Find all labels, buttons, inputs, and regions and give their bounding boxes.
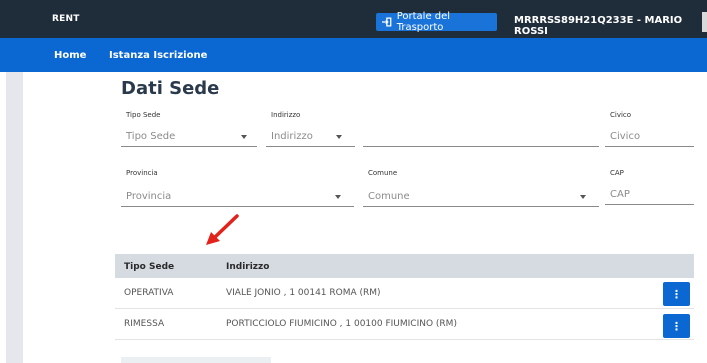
page-title: Dati Sede xyxy=(121,78,220,99)
provincia-placeholder: Provincia xyxy=(126,191,172,202)
top-bar: RENT Portale del Trasporto MRRRSS89H21Q2… xyxy=(0,0,707,38)
cap-label: CAP xyxy=(610,169,624,177)
main-navigation: Home Istanza Iscrizione xyxy=(0,38,707,72)
kebab-menu-icon: ⋮ xyxy=(671,319,682,333)
indirizzo-label: Indirizzo xyxy=(271,111,301,119)
column-header-indirizzo: Indirizzo xyxy=(226,262,270,272)
civico-label: Civico xyxy=(610,111,632,119)
comune-select[interactable]: Comune xyxy=(363,187,599,207)
table-header: Tipo Sede Indirizzo xyxy=(115,254,694,278)
cap-input[interactable]: CAP xyxy=(605,185,694,205)
cell-indirizzo: VIALE JONIO , 1 00141 ROMA (RM) xyxy=(226,288,381,298)
user-identity: MRRRSS89H21Q233E - MARIO ROSSI xyxy=(514,15,683,37)
app-brand: RENT xyxy=(52,14,80,24)
row-actions-button[interactable]: ⋮ xyxy=(663,282,690,306)
civico-placeholder: Civico xyxy=(610,131,641,142)
indirizzo-placeholder: Indirizzo xyxy=(271,131,313,142)
row-actions-button[interactable]: ⋮ xyxy=(663,314,690,338)
indirizzo-type-select[interactable]: Indirizzo xyxy=(266,127,355,147)
chevron-down-icon xyxy=(580,195,586,199)
user-menu-edge[interactable] xyxy=(702,12,707,32)
column-header-tipo-sede: Tipo Sede xyxy=(124,262,175,272)
table-row: OPERATIVA VIALE JONIO , 1 00141 ROMA (RM… xyxy=(115,278,694,309)
nav-istanza-iscrizione[interactable]: Istanza Iscrizione xyxy=(109,50,207,61)
chevron-down-icon xyxy=(335,195,341,199)
side-panel-strip xyxy=(6,72,23,363)
chevron-down-icon xyxy=(241,135,247,139)
table-row: RIMESSA PORTICCIOLO FIUMICINO , 1 00100 … xyxy=(115,309,694,340)
cell-indirizzo: PORTICCIOLO FIUMICINO , 1 00100 FIUMICIN… xyxy=(226,319,457,329)
tipo-sede-placeholder: Tipo Sede xyxy=(126,131,176,142)
cap-placeholder: CAP xyxy=(610,189,630,200)
portal-trasporto-button[interactable]: Portale del Trasporto xyxy=(376,11,497,33)
tipo-sede-label: Tipo Sede xyxy=(126,111,161,119)
comune-label: Comune xyxy=(368,169,398,177)
civico-input[interactable]: Civico xyxy=(605,127,694,147)
nav-home[interactable]: Home xyxy=(54,50,86,61)
provincia-label: Provincia xyxy=(126,169,158,177)
portal-button-label: Portale del Trasporto xyxy=(396,11,451,33)
indirizzo-input[interactable] xyxy=(363,127,599,147)
comune-placeholder: Comune xyxy=(368,191,410,202)
cropped-content xyxy=(121,357,271,363)
cell-tipo-sede: OPERATIVA xyxy=(124,288,174,298)
kebab-menu-icon: ⋮ xyxy=(671,287,682,301)
provincia-select[interactable]: Provincia xyxy=(121,187,354,207)
tipo-sede-select[interactable]: Tipo Sede xyxy=(121,127,257,147)
sign-in-icon xyxy=(382,17,392,27)
chevron-down-icon xyxy=(336,135,342,139)
cell-tipo-sede: RIMESSA xyxy=(124,319,165,329)
red-arrow-annotation xyxy=(206,214,239,245)
